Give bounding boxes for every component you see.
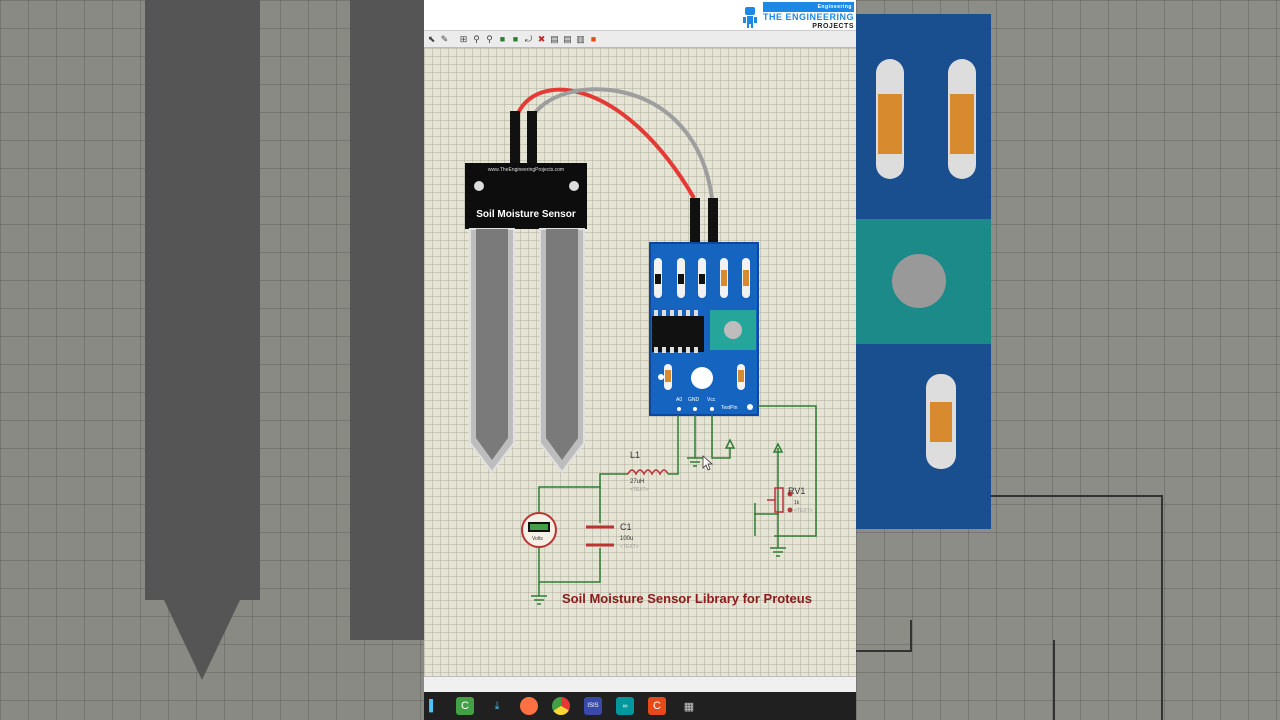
proteus-icon[interactable]: ISIS <box>584 697 602 715</box>
brand-name: THE ENGINEERING <box>762 12 854 22</box>
rotate-icon[interactable]: ⤾ <box>523 34 534 45</box>
delete-icon[interactable]: ✖ <box>536 34 547 45</box>
l1-name: L1 <box>630 450 640 460</box>
decompose-icon[interactable]: ▥ <box>575 34 586 45</box>
power-terminal-vcc <box>724 438 736 449</box>
zoom-icon[interactable]: ⚲ <box>471 34 482 45</box>
mouse-cursor-icon <box>702 455 714 471</box>
schematic-canvas[interactable]: A0 GND Vcc TestPin L1 27uH <TEXT> C1 100… <box>424 48 856 676</box>
component-icon[interactable]: ⊞ <box>458 34 469 45</box>
probe-pin-1 <box>510 111 520 166</box>
blurred-probe-left <box>145 0 260 600</box>
probe-url: www.TheEngineeringProjects.com <box>487 167 565 173</box>
c1-value: 100u <box>620 536 633 542</box>
module-pin-testpin: TestPin <box>721 405 738 411</box>
module-pin-a0: A0 <box>676 397 682 403</box>
brand-badge: Engineering <box>762 2 854 12</box>
probe-icon[interactable]: ✎ <box>439 34 450 45</box>
l1-text: <TEXT> <box>630 487 649 493</box>
title-bar: Engineering THE ENGINEERING PROJECTS <box>424 0 856 30</box>
blurred-probe-tip <box>145 560 259 680</box>
rv1-text: <TEXT> <box>794 508 813 514</box>
blurred-module <box>856 14 991 529</box>
voltmeter-label: Volts <box>532 536 543 542</box>
status-strip <box>424 676 856 693</box>
pointer-icon[interactable]: ⬉ <box>426 34 437 45</box>
move-icon[interactable]: ■ <box>510 34 521 45</box>
probe-pin-2 <box>527 111 537 166</box>
potentiometer-rv1 <box>774 487 784 513</box>
schematic-caption: Soil Moisture Sensor Library for Proteus <box>562 591 812 606</box>
l1-value: 27uH <box>630 479 644 485</box>
library-icon[interactable]: ▤ <box>562 34 573 45</box>
pick-icon[interactable]: ▤ <box>549 34 560 45</box>
c1-text: <TEXT> <box>620 544 639 550</box>
arduino-icon[interactable]: ∞ <box>616 697 634 715</box>
robot-logo-icon <box>742 7 757 28</box>
rv1-value: 1k <box>794 500 800 506</box>
camtasia-icon[interactable]: C <box>456 697 474 715</box>
zoom-all-icon[interactable]: ⚲ <box>484 34 495 45</box>
folder-icon[interactable]: ▦ <box>680 697 698 715</box>
probe-label: Soil Moisture Sensor <box>476 209 576 220</box>
schematic-drawing: A0 GND Vcc TestPin L1 27uH <TEXT> C1 100… <box>465 87 817 605</box>
start-icon[interactable]: ▌ <box>424 697 442 715</box>
brand-logo: Engineering THE ENGINEERING PROJECTS <box>741 2 854 32</box>
camtasia-red-icon[interactable]: C <box>648 697 666 715</box>
stop-icon[interactable]: ■ <box>588 34 599 45</box>
toolbar: ⬉ ✎ ⊞ ⚲ ⚲ ■ ■ ⤾ ✖ ▤ ▤ ▥ ■ <box>424 30 856 48</box>
module-pin-gnd: GND <box>688 397 700 403</box>
taskbar: ▌ C ⤓ ISIS ∞ C ▦ <box>424 692 856 720</box>
blurred-probe-right <box>350 0 424 640</box>
firefox-icon[interactable] <box>520 697 538 715</box>
proteus-window: Engineering THE ENGINEERING PROJECTS ⬉ ✎… <box>424 0 856 720</box>
c1-name: C1 <box>620 522 632 532</box>
chrome-icon[interactable] <box>552 697 570 715</box>
module-pin-vcc: Vcc <box>707 397 716 403</box>
blurred-right-background <box>856 0 1280 720</box>
download-icon[interactable]: ⤓ <box>488 697 506 715</box>
blurred-left-background <box>0 0 424 720</box>
rv1-name: RV1 <box>788 486 805 496</box>
copy-icon[interactable]: ■ <box>497 34 508 45</box>
inductor-l1 <box>627 469 669 476</box>
